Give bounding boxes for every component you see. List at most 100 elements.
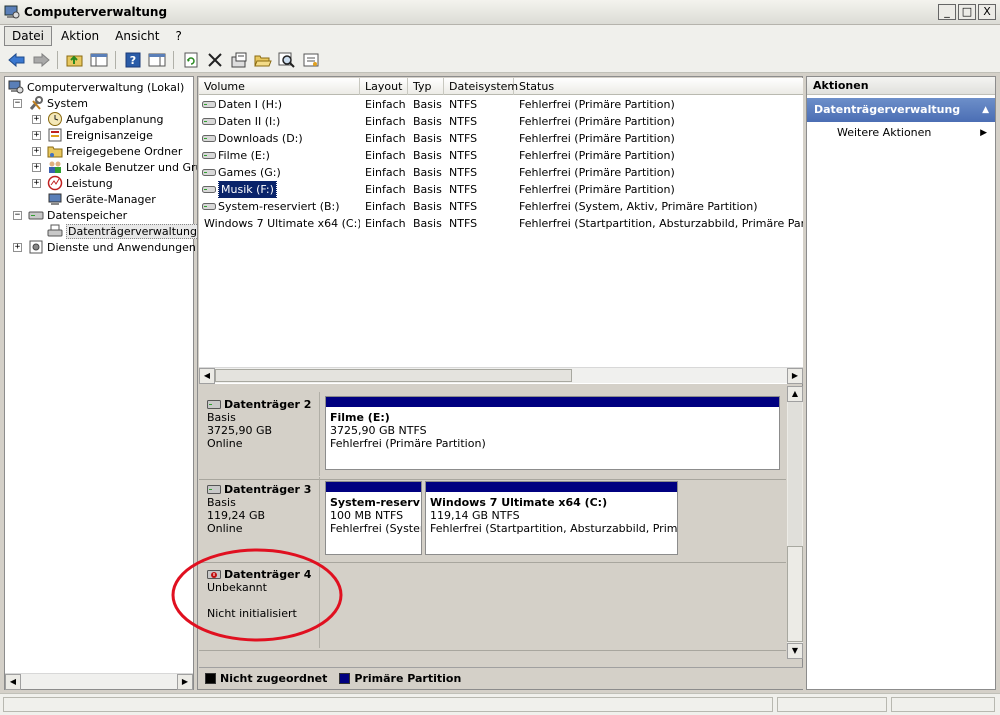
- column-dateisystem[interactable]: Dateisystem: [444, 78, 518, 95]
- disk-2-size: 3725,90 GB: [207, 424, 273, 437]
- tree-item-local-users[interactable]: + Lokale Benutzer und Grupp: [32, 159, 216, 175]
- volume-row[interactable]: Daten I (H:) Einfach Basis NTFS Fehlerfrei (…: [199, 96, 803, 113]
- scroll-right-icon[interactable]: ▶: [177, 674, 193, 690]
- tree-item-performance[interactable]: + Leistung: [32, 175, 113, 191]
- tools-icon: [29, 96, 43, 110]
- volume-fs-cell: NTFS: [449, 166, 478, 179]
- back-button[interactable]: [6, 49, 27, 70]
- wizard-button[interactable]: [300, 49, 321, 70]
- collapse-toggle[interactable]: −: [13, 98, 22, 108]
- disk-view-vertical-scrollbar[interactable]: ▲ ▼: [787, 386, 803, 659]
- scroll-left-icon[interactable]: ◀: [199, 368, 215, 384]
- open-button[interactable]: [252, 49, 273, 70]
- collapse-up-icon[interactable]: ▲: [982, 98, 989, 122]
- actions-section-disk-management[interactable]: Datenträgerverwaltung ▲: [807, 98, 995, 122]
- scroll-thumb[interactable]: [787, 546, 803, 642]
- menu-aktion[interactable]: Aktion: [54, 27, 106, 45]
- performance-icon: [47, 175, 63, 191]
- volume-typ-cell: Basis: [413, 98, 442, 111]
- column-volume[interactable]: Volume: [199, 78, 360, 95]
- menu-ansicht[interactable]: Ansicht: [108, 27, 166, 45]
- tree-item-shared-folders[interactable]: + Freigegebene Ordner: [32, 143, 182, 159]
- legend-unallocated: Nicht zugeordnet: [205, 672, 327, 685]
- collapse-toggle[interactable]: −: [13, 210, 22, 220]
- volume-fs-cell: NTFS: [449, 98, 478, 111]
- volume-list-horizontal-scrollbar[interactable]: ◀ ▶: [199, 367, 803, 384]
- volume-name: Daten II (I:): [218, 115, 281, 128]
- menu-datei[interactable]: Datei: [4, 26, 53, 46]
- shared-folder-icon: [47, 146, 63, 158]
- partition-name: Windows 7 Ultimate x64 (C:): [430, 496, 608, 509]
- properties-button[interactable]: [228, 49, 249, 70]
- disk-3-type: Basis: [207, 496, 236, 509]
- scroll-down-icon[interactable]: ▼: [787, 643, 803, 659]
- help-button[interactable]: ?: [122, 49, 143, 70]
- search-button[interactable]: [276, 49, 297, 70]
- tree-item-device-manager[interactable]: Geräte-Manager: [47, 191, 156, 207]
- partition-filme[interactable]: Filme (E:) 3725,90 GB NTFS Fehlerfrei (P…: [325, 396, 780, 470]
- scroll-track[interactable]: [788, 402, 802, 546]
- partition-system-reserved[interactable]: System-reserv 100 MB NTFS Fehlerfrei (Sy…: [325, 481, 422, 555]
- show-action-pane-button[interactable]: [146, 49, 167, 70]
- scroll-left-icon[interactable]: ◀: [5, 674, 21, 690]
- tree-item-services[interactable]: + Dienste und Anwendungen: [13, 239, 196, 255]
- scroll-up-icon[interactable]: ▲: [787, 386, 803, 402]
- volume-row[interactable]: Windows 7 Ultimate x64 (C:) Einfach Basis N…: [199, 215, 803, 232]
- column-layout[interactable]: Layout: [360, 78, 408, 95]
- scroll-thumb[interactable]: [215, 369, 572, 382]
- expand-toggle[interactable]: +: [13, 242, 22, 252]
- partition-name: Filme (E:): [330, 411, 390, 424]
- more-actions-item[interactable]: Weitere Aktionen ▶: [807, 122, 995, 144]
- tree-item-event-viewer[interactable]: + Ereignisanzeige: [32, 127, 153, 143]
- tree-item-system[interactable]: − System: [13, 95, 88, 111]
- partition-windows-7[interactable]: Windows 7 Ultimate x64 (C:) 119,14 GB NT…: [425, 481, 678, 555]
- show-hide-tree-button[interactable]: [88, 49, 109, 70]
- column-status[interactable]: Status: [514, 78, 803, 95]
- expand-toggle[interactable]: +: [32, 178, 41, 188]
- forward-button[interactable]: [30, 49, 51, 70]
- expand-toggle[interactable]: +: [32, 146, 41, 156]
- menu-help[interactable]: ?: [168, 27, 188, 45]
- delete-icon: [207, 52, 222, 67]
- tree-item-task-scheduler[interactable]: + Aufgabenplanung: [32, 111, 164, 127]
- toolbar-separator: [173, 50, 174, 69]
- column-typ[interactable]: Typ: [408, 78, 444, 95]
- expand-toggle[interactable]: +: [32, 130, 41, 140]
- status-segment: [777, 697, 887, 712]
- up-folder-button[interactable]: [64, 49, 85, 70]
- volume-status-cell: Fehlerfrei (Primäre Partition): [519, 132, 675, 145]
- disk-2-info[interactable]: Datenträger 2 Basis 3725,90 GB Online: [201, 392, 320, 476]
- expand-toggle[interactable]: +: [32, 114, 41, 124]
- volume-name-cell: Daten I (H:): [199, 96, 360, 113]
- scroll-right-icon[interactable]: ▶: [787, 368, 803, 384]
- close-button[interactable]: X: [978, 4, 996, 20]
- volume-status-cell: Fehlerfrei (Primäre Partition): [519, 166, 675, 179]
- tree-label: Dienste und Anwendungen: [47, 240, 196, 254]
- minimize-button[interactable]: _: [938, 4, 956, 20]
- volume-row[interactable]: System-reserviert (B:) Einfach Basis NTFS Fe…: [199, 198, 803, 215]
- volume-status-cell: Fehlerfrei (Primäre Partition): [519, 183, 675, 196]
- event-viewer-icon: [48, 128, 62, 142]
- delete-button[interactable]: [204, 49, 225, 70]
- volume-drive-icon: [202, 101, 216, 108]
- volume-drive-icon: [202, 186, 216, 193]
- volume-row[interactable]: Daten II (I:) Einfach Basis NTFS Fehlerfrei …: [199, 113, 803, 130]
- volume-row[interactable]: Downloads (D:) Einfach Basis NTFS Fehlerfrei…: [199, 130, 803, 147]
- tree-item-root[interactable]: Computerverwaltung (Lokal): [8, 79, 184, 95]
- users-icon: [49, 161, 61, 173]
- tree-item-storage[interactable]: − Datenspeicher: [13, 207, 127, 223]
- tree-horizontal-scrollbar[interactable]: ◀ ▶: [5, 673, 193, 690]
- volume-layout-cell: Einfach: [365, 115, 406, 128]
- volume-typ-cell: Basis: [413, 217, 442, 230]
- volume-row[interactable]: Musik (F:) Einfach Basis NTFS Fehlerfrei (Pr…: [199, 181, 803, 198]
- expand-toggle[interactable]: +: [32, 162, 41, 172]
- volume-row[interactable]: Games (G:) Einfach Basis NTFS Fehlerfrei (Pr…: [199, 164, 803, 181]
- volume-fs-cell: NTFS: [449, 132, 478, 145]
- tree-label: Computerverwaltung (Lokal): [27, 80, 185, 94]
- volume-fs-cell: NTFS: [449, 115, 478, 128]
- refresh-button[interactable]: [180, 49, 201, 70]
- volume-row[interactable]: Filme (E:) Einfach Basis NTFS Fehlerfrei (Pr…: [199, 147, 803, 164]
- console-tree-pane: Computerverwaltung (Lokal) − System + Au…: [4, 76, 216, 690]
- tree-item-disk-management[interactable]: Datenträgerverwaltung: [47, 223, 199, 239]
- maximize-button[interactable]: □: [958, 4, 976, 20]
